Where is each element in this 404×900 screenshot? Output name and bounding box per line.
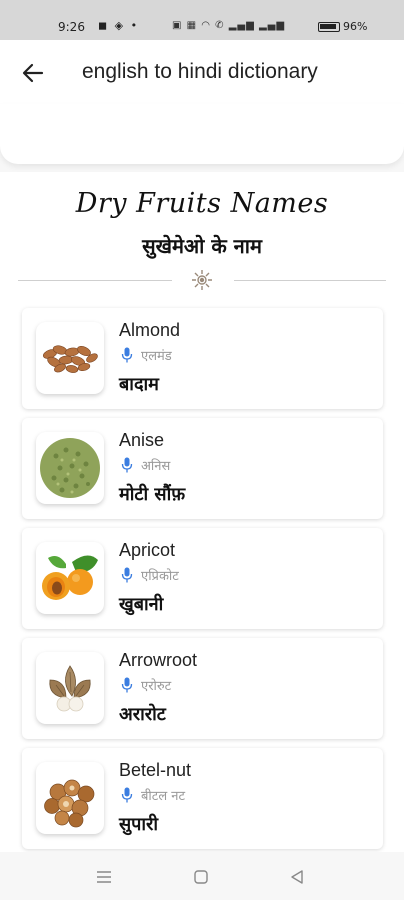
item-english-name: Anise [119, 430, 165, 450]
item-pronunciation: एरोरुट [141, 679, 172, 694]
list-item[interactable]: Apricot एप्रिकोट खुबानी [22, 528, 383, 629]
pronunciation-row[interactable]: एप्रिकोट [121, 566, 179, 584]
item-pronunciation: एप्रिकोट [141, 569, 179, 584]
battery-indicator: 96% [318, 20, 367, 33]
battery-icon [318, 21, 340, 32]
mic-icon[interactable] [121, 347, 133, 363]
pronunciation-row[interactable]: एरोरुट [121, 676, 171, 694]
pronunciation-row[interactable]: एलमंड [121, 346, 172, 364]
item-hindi-name: अरारोट [119, 704, 166, 725]
menu-icon[interactable] [95, 868, 113, 886]
list-item[interactable]: Betel-nut बीटल नट सुपारी [22, 748, 383, 849]
app-title: english to hindi dictionary [82, 60, 318, 83]
back-button[interactable] [18, 58, 48, 88]
item-english-name: Apricot [119, 540, 176, 560]
mic-icon[interactable] [121, 457, 133, 473]
status-bar: 9:26 ◼ ◈ • ▣ ▦ ◠ ✆ ▂▄▆ ▂▄▆ 96% [0, 0, 404, 40]
item-pronunciation: अनिस [141, 459, 171, 474]
item-image-apricot [36, 542, 104, 614]
screen: 9:26 ◼ ◈ • ▣ ▦ ◠ ✆ ▂▄▆ ▂▄▆ 96% english t… [0, 0, 404, 900]
list-item[interactable]: Almond एलमंड बादाम [22, 308, 383, 409]
item-english-name: Almond [119, 320, 181, 340]
back-triangle-icon[interactable] [288, 868, 306, 886]
list-item[interactable]: Arrowroot एरोरुट अरारोट [22, 638, 383, 739]
pronunciation-row[interactable]: अनिस [121, 456, 170, 474]
item-pronunciation: बीटल नट [141, 789, 186, 804]
item-english-name: Betel-nut [119, 760, 192, 780]
app-bar: english to hindi dictionary [0, 40, 404, 104]
divider-right [234, 280, 386, 281]
item-hindi-name: बादाम [119, 374, 159, 395]
section-title: Dry Fruits Names [75, 188, 329, 219]
item-image-almonds [36, 322, 104, 394]
system-nav-bar [0, 852, 404, 900]
item-image-arrowroot [36, 652, 104, 724]
item-pronunciation: एलमंड [141, 349, 172, 364]
item-hindi-name: मोटी सौंफ़ [119, 484, 186, 505]
item-english-name: Arrowroot [119, 650, 198, 670]
list-item[interactable]: Anise अनिस मोटी सौंफ़ [22, 418, 383, 519]
item-hindi-name: सुपारी [119, 814, 159, 835]
signal-icons: ▣ ▦ ◠ ✆ ▂▄▆ ▂▄▆ [172, 20, 286, 31]
notification-icons: ◼ ◈ • [98, 19, 140, 32]
mic-icon[interactable] [121, 787, 133, 803]
banner-area [0, 104, 404, 164]
section-subtitle: सुखेमेओ के नाम [142, 234, 262, 258]
mic-icon[interactable] [121, 567, 133, 583]
home-square-icon[interactable] [192, 868, 210, 886]
pronunciation-row[interactable]: बीटल नट [121, 786, 185, 804]
divider-left [18, 280, 172, 281]
item-image-betel-nut [36, 762, 104, 834]
mic-icon[interactable] [121, 677, 133, 693]
status-time: 9:26 [58, 20, 85, 34]
battery-percent: 96% [343, 20, 368, 33]
ornament-icon [192, 270, 212, 290]
item-hindi-name: खुबानी [119, 594, 164, 615]
item-image-anise [36, 432, 104, 504]
arrow-left-icon [22, 63, 44, 83]
